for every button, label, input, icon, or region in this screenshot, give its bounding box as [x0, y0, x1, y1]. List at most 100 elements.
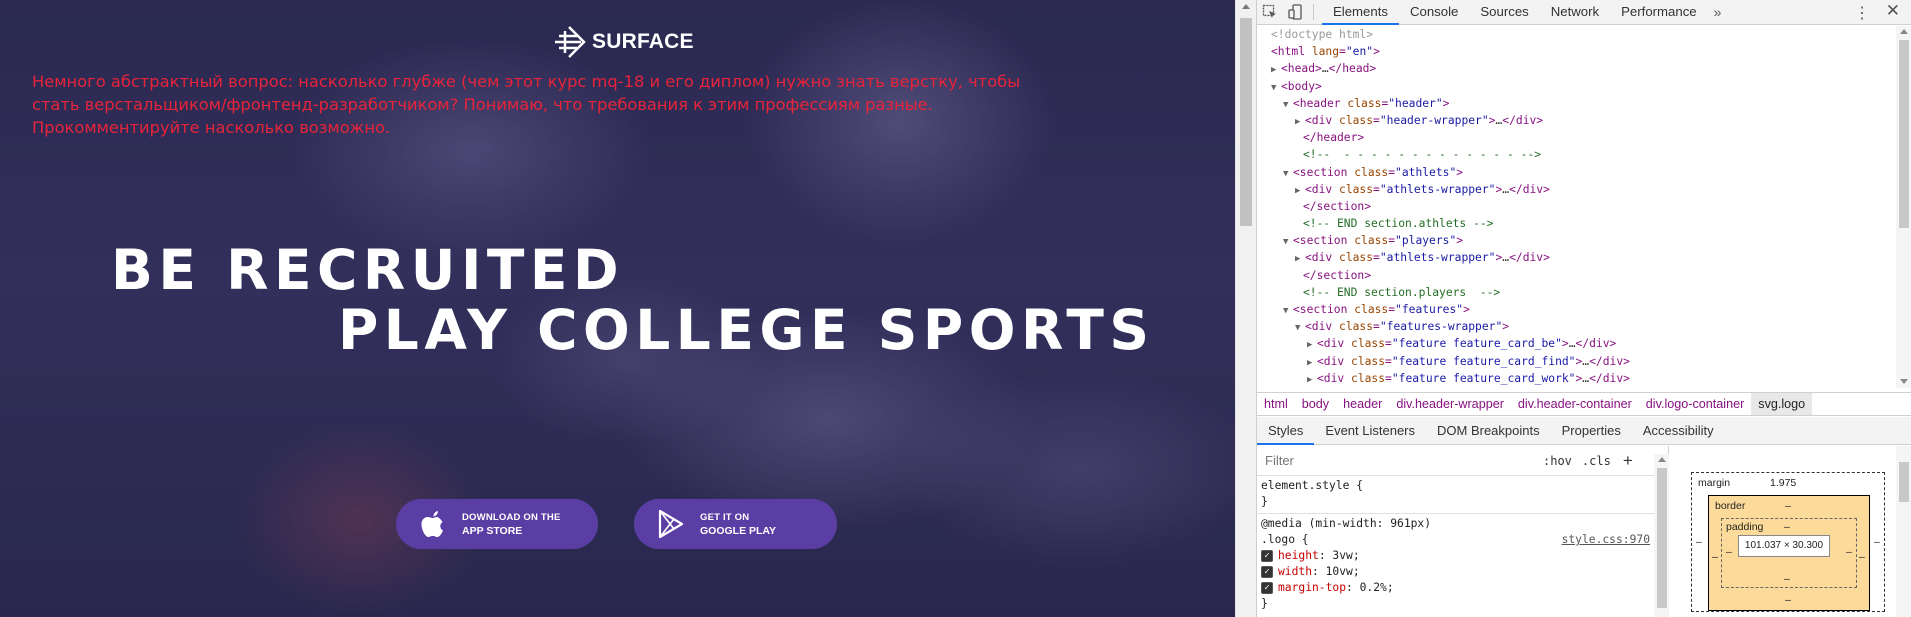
google-play-line2: GOOGLE PLAY	[700, 524, 777, 537]
tab-elements[interactable]: Elements	[1322, 0, 1399, 25]
breadcrumb-item[interactable]: body	[1295, 397, 1336, 411]
border-bottom-value[interactable]: –	[1785, 594, 1791, 606]
element-style-open: element.style {	[1261, 479, 1364, 492]
box-model-content[interactable]: 101.037 × 30.300	[1738, 535, 1830, 557]
css-property[interactable]: ✓ height: 3vw;	[1261, 548, 1664, 564]
cls-toggle[interactable]: .cls	[1582, 454, 1611, 468]
more-tabs-icon[interactable]: »	[1708, 4, 1728, 20]
margin-right-value[interactable]: –	[1874, 536, 1880, 548]
google-play-line1: GET IT ON	[700, 511, 750, 523]
tab-styles[interactable]: Styles	[1257, 417, 1315, 445]
box-model-margin[interactable]: margin 1.975 – – border – – – – padding …	[1691, 472, 1885, 612]
dom-node[interactable]: ▶ <div class="feature feature_card_find">…	[1257, 353, 1896, 370]
dom-node[interactable]: ▶ <div class="header-wrapper">…</div>	[1257, 112, 1896, 129]
styles-filter-row: :hov .cls +	[1257, 446, 1668, 476]
tab-sources[interactable]: Sources	[1469, 0, 1539, 25]
tab-event-listeners[interactable]: Event Listeners	[1314, 417, 1426, 445]
property-checkbox[interactable]: ✓	[1261, 550, 1273, 562]
dom-node[interactable]: <!doctype html>	[1257, 26, 1896, 43]
padding-bottom-value[interactable]: –	[1784, 573, 1790, 585]
box-model-padding[interactable]: padding – – – – 101.037 × 30.300	[1721, 518, 1857, 588]
css-rule[interactable]: @media (min-width: 961px) .logo {style.c…	[1257, 513, 1668, 612]
tab-network[interactable]: Network	[1540, 0, 1610, 25]
dom-node[interactable]: ▼ <div class="features-wrapper">	[1257, 318, 1896, 335]
breadcrumb-item[interactable]: html	[1257, 397, 1295, 411]
border-top-value[interactable]: –	[1785, 500, 1791, 512]
scroll-down-arrow-icon[interactable]	[1900, 379, 1908, 384]
dom-node[interactable]: ▶ <div class="feature feature_card_work">…	[1257, 370, 1896, 387]
property-name: margin-top	[1278, 581, 1347, 594]
google-play-button[interactable]: GET IT ON GOOGLE PLAY	[634, 499, 837, 549]
box-model-border[interactable]: border – – – – padding – – – – 101.037 ×…	[1708, 495, 1870, 611]
box-model-scrollbar[interactable]	[1896, 446, 1911, 617]
property-value: 0.2%;	[1359, 581, 1394, 594]
breadcrumb-item[interactable]: div.header-wrapper	[1389, 397, 1511, 411]
dom-tree-scrollbar-thumb[interactable]	[1899, 40, 1909, 228]
inspect-element-icon[interactable]	[1257, 0, 1283, 24]
website-viewport: SURFACE Немного абстрактный вопрос: наск…	[0, 0, 1235, 617]
element-style-rule[interactable]: element.style { }	[1257, 476, 1668, 510]
surface-logo[interactable]: SURFACE	[551, 25, 694, 59]
tab-performance[interactable]: Performance	[1610, 0, 1708, 25]
breadcrumb: html body header div.header-wrapper div.…	[1257, 392, 1911, 416]
dom-node[interactable]: <!-- - - - - - - - - - - - - - -->	[1257, 146, 1896, 163]
breadcrumb-item[interactable]: header	[1336, 397, 1389, 411]
styles-scrollbar[interactable]	[1654, 454, 1669, 617]
breadcrumb-item-selected[interactable]: svg.logo	[1751, 393, 1813, 415]
scroll-up-arrow-icon[interactable]	[1658, 457, 1666, 462]
css-property[interactable]: ✓ width: 10vw;	[1261, 564, 1664, 580]
dom-node[interactable]: ▶ <head>…</head>	[1257, 60, 1896, 77]
border-right-value[interactable]: –	[1859, 551, 1865, 563]
dom-node[interactable]: <html lang="en">	[1257, 43, 1896, 60]
dom-node[interactable]: ▶ <div class="athlets-wrapper">…</div>	[1257, 181, 1896, 198]
padding-left-value[interactable]: –	[1726, 546, 1732, 558]
tab-dom-breakpoints[interactable]: DOM Breakpoints	[1426, 417, 1551, 445]
page-scrollbar-thumb[interactable]	[1240, 18, 1252, 226]
dom-node[interactable]: </section>	[1257, 267, 1896, 284]
styles-scrollbar-thumb[interactable]	[1657, 468, 1667, 608]
dom-node[interactable]: <!-- END section.athlets -->	[1257, 215, 1896, 232]
tab-console[interactable]: Console	[1399, 0, 1469, 25]
dom-node[interactable]: ▼ <section class="features">	[1257, 301, 1896, 318]
padding-right-value[interactable]: –	[1846, 546, 1852, 558]
app-store-button[interactable]: DOWNLOAD ON THE APP STORE	[396, 499, 598, 549]
css-property[interactable]: ✓ margin-top: 0.2%;	[1261, 580, 1664, 596]
border-left-value[interactable]: –	[1712, 551, 1718, 563]
close-icon[interactable]: ✕	[1886, 1, 1900, 21]
dom-node[interactable]: </section>	[1257, 198, 1896, 215]
dom-node[interactable]: ▶ <div class="athlets-wrapper">…</div>	[1257, 249, 1896, 266]
margin-label: margin	[1698, 477, 1731, 489]
scroll-up-arrow-icon[interactable]	[1900, 29, 1908, 34]
breadcrumb-item[interactable]: div.header-container	[1511, 397, 1639, 411]
page-scrollbar[interactable]	[1235, 0, 1256, 617]
devtools-panel: Elements Console Sources Network Perform…	[1256, 0, 1911, 617]
dom-node[interactable]: ▼ <section class="athlets">	[1257, 164, 1896, 181]
padding-top-value[interactable]: –	[1784, 521, 1790, 533]
hov-toggle[interactable]: :hov	[1543, 454, 1572, 468]
kebab-menu-icon[interactable]: ⋮	[1854, 3, 1870, 23]
rule-source-link[interactable]: style.css:970	[1562, 532, 1650, 548]
property-checkbox[interactable]: ✓	[1261, 582, 1273, 594]
tab-accessibility[interactable]: Accessibility	[1632, 417, 1725, 445]
dom-node[interactable]: ▼ <header class="header">	[1257, 95, 1896, 112]
scroll-up-arrow-icon[interactable]	[1242, 4, 1250, 9]
property-value: 3vw;	[1332, 549, 1360, 562]
styles-filter-input[interactable]	[1261, 449, 1533, 472]
tab-properties[interactable]: Properties	[1551, 417, 1632, 445]
margin-top-value[interactable]: 1.975	[1770, 477, 1796, 489]
overlay-question-text: Немного абстрактный вопрос: насколько гл…	[32, 72, 1021, 137]
new-rule-icon[interactable]: +	[1623, 451, 1633, 471]
dom-tree-scrollbar[interactable]	[1896, 26, 1911, 388]
device-toolbar-icon[interactable]	[1283, 0, 1309, 24]
dom-node[interactable]: <!-- END section.players -->	[1257, 284, 1896, 301]
surface-logo-icon	[555, 26, 586, 58]
dom-node[interactable]: </header>	[1257, 129, 1896, 146]
margin-left-value[interactable]: –	[1696, 536, 1702, 548]
box-model-scrollbar-thumb[interactable]	[1899, 462, 1909, 502]
dom-node[interactable]: ▶ <div class="feature feature_card_be">…<…	[1257, 335, 1896, 352]
property-checkbox[interactable]: ✓	[1261, 566, 1273, 578]
dom-node[interactable]: ▼ <body>	[1257, 78, 1896, 95]
breadcrumb-item[interactable]: div.logo-container	[1639, 397, 1751, 411]
property-name: height	[1278, 549, 1319, 562]
dom-node[interactable]: ▼ <section class="players">	[1257, 232, 1896, 249]
